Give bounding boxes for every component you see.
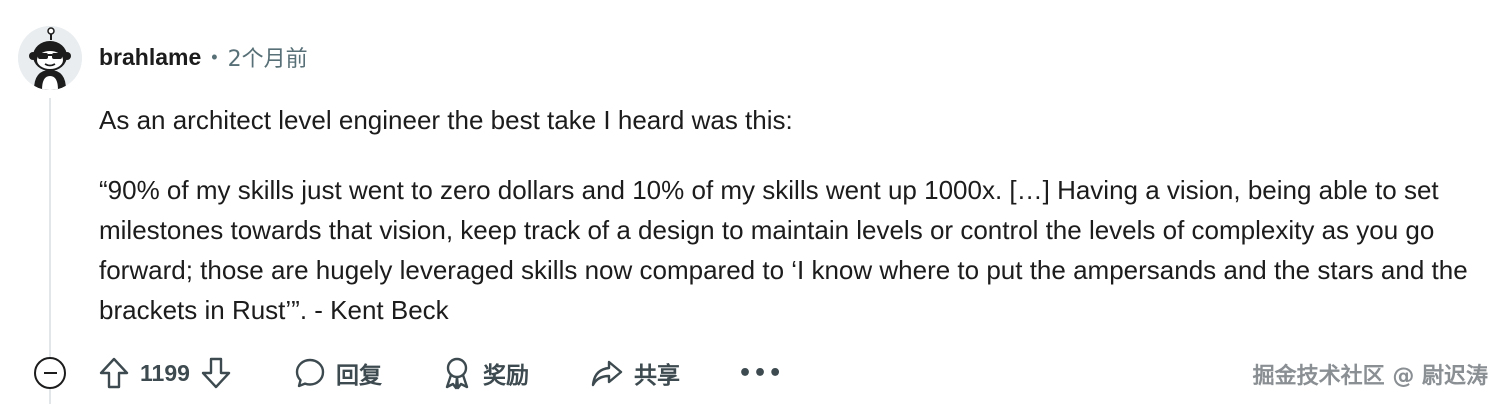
meta-separator: • bbox=[211, 47, 218, 67]
avatar[interactable] bbox=[18, 26, 82, 90]
author-username[interactable]: brahlame bbox=[99, 44, 201, 71]
comment: brahlame • 2个月前 As an architect level en… bbox=[0, 0, 1502, 404]
comment-paragraph: As an architect level engineer the best … bbox=[99, 105, 793, 135]
minus-circle-icon bbox=[43, 372, 57, 374]
timestamp[interactable]: 2个月前 bbox=[228, 41, 308, 73]
award-button[interactable]: 奖励 bbox=[441, 348, 529, 398]
share-arrow-icon bbox=[591, 360, 623, 387]
more-options-button[interactable]: ••• bbox=[738, 348, 783, 398]
vote-controls: 1199 bbox=[98, 348, 232, 398]
comment-header: brahlame • 2个月前 bbox=[99, 40, 308, 74]
arrow-down-icon[interactable] bbox=[200, 356, 232, 390]
more-options-icon: ••• bbox=[738, 360, 784, 386]
watermark: 掘金技术社区 @ 尉迟涛 bbox=[1252, 364, 1488, 389]
award-ribbon-icon bbox=[445, 357, 469, 390]
reply-label: 回复 bbox=[336, 363, 382, 389]
share-button[interactable]: 共享 bbox=[590, 348, 680, 398]
collapse-button[interactable] bbox=[34, 357, 66, 389]
award-label: 奖励 bbox=[483, 363, 529, 389]
snoo-avatar-icon bbox=[18, 26, 82, 90]
share-label: 共享 bbox=[634, 363, 680, 389]
speech-bubble-icon bbox=[295, 358, 325, 388]
arrow-up-icon[interactable] bbox=[98, 356, 130, 390]
reply-button[interactable]: 回复 bbox=[294, 348, 382, 398]
comment-paragraph: “90% of my skills just went to zero doll… bbox=[99, 175, 1468, 325]
vote-count: 1199 bbox=[140, 359, 190, 386]
comment-body: As an architect level engineer the best … bbox=[99, 100, 1479, 330]
